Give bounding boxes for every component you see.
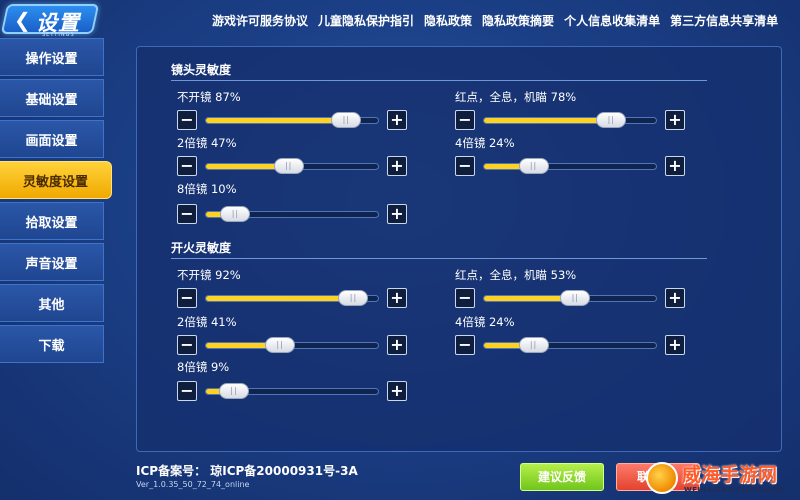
watermark-sub: WEIHAISHOUYOUWANG (684, 486, 785, 494)
minus-button[interactable]: − (455, 335, 475, 355)
slider-label: 4倍镜 24% (455, 136, 515, 150)
link-game-license[interactable]: 游戏许可服务协议 (212, 12, 308, 29)
plus-button[interactable]: + (665, 335, 685, 355)
slider-label: 4倍镜 24% (455, 315, 515, 329)
slider-label: 不开镜 87% (177, 90, 241, 104)
plus-button[interactable]: + (387, 156, 407, 176)
slider-thumb[interactable]: || (560, 290, 591, 306)
section-divider (171, 80, 707, 81)
minus-button[interactable]: − (177, 335, 197, 355)
slider-thumb[interactable]: || (331, 112, 362, 128)
slider-fill (484, 118, 612, 123)
sidebar-item-controls[interactable]: 操作设置 (0, 38, 104, 76)
slider-track[interactable]: || (205, 158, 379, 174)
slider-camera-red-dot[interactable]: − || + (455, 110, 685, 130)
link-third-party-list[interactable]: 第三方信息共享清单 (670, 12, 778, 29)
slider-track[interactable]: || (483, 290, 657, 306)
slider-label: 2倍镜 47% (177, 136, 237, 150)
top-links: 游戏许可服务协议 儿童隐私保护指引 隐私政策 隐私政策摘要 个人信息收集清单 第… (212, 12, 788, 29)
plus-button[interactable]: + (665, 110, 685, 130)
slider-thumb[interactable]: || (596, 112, 627, 128)
sidebar-item-sensitivity[interactable]: 灵敏度设置 (0, 161, 112, 199)
slider-track[interactable]: || (483, 112, 657, 128)
plus-button[interactable]: + (387, 335, 407, 355)
slider-fire-no-scope[interactable]: − || + (177, 288, 407, 308)
icp-record: ICP备案号： 琼ICP备20000931号-3A (136, 464, 358, 478)
slider-fill (206, 118, 347, 123)
slider-camera-8x[interactable]: − || + (177, 204, 407, 224)
settings-back-button[interactable]: ❮ 设置 SETTINGS (0, 4, 100, 38)
watermark: 威海手游网 WEIHAISHOUYOUWANG (640, 458, 800, 500)
slider-camera-2x[interactable]: − || + (177, 156, 407, 176)
slider-label: 不开镜 92% (177, 268, 241, 282)
plus-button[interactable]: + (387, 288, 407, 308)
link-privacy-summary[interactable]: 隐私政策摘要 (482, 12, 554, 29)
link-privacy-policy[interactable]: 隐私政策 (424, 12, 472, 29)
link-personal-info-list[interactable]: 个人信息收集清单 (564, 12, 660, 29)
slider-label: 红点，全息，机瞄 78% (455, 90, 577, 104)
slider-label: 8倍镜 9% (177, 360, 230, 374)
plus-button[interactable]: + (665, 156, 685, 176)
slider-fire-2x[interactable]: − || + (177, 335, 407, 355)
slider-track[interactable]: || (205, 337, 379, 353)
sensitivity-panel: 镜头灵敏度 不开镜 87% 红点，全息，机瞄 78% − || + − || + 2倍镜… (136, 46, 782, 452)
back-arrow-icon: ❮ (14, 8, 31, 32)
slider-label: 红点，全息，机瞄 53% (455, 268, 577, 282)
slider-camera-no-scope[interactable]: − || + (177, 110, 407, 130)
minus-button[interactable]: − (455, 110, 475, 130)
minus-button[interactable]: − (455, 288, 475, 308)
slider-thumb[interactable]: || (338, 290, 369, 306)
sidebar-item-download[interactable]: 下载 (0, 325, 104, 363)
minus-button[interactable]: − (177, 156, 197, 176)
slider-fire-4x[interactable]: − || + (455, 335, 685, 355)
slider-track[interactable]: || (205, 383, 379, 399)
slider-track[interactable]: || (205, 112, 379, 128)
slider-thumb[interactable]: || (273, 158, 304, 174)
plus-button[interactable]: + (387, 110, 407, 130)
watermark-name: 威海手游网 (682, 464, 778, 486)
minus-button[interactable]: − (177, 381, 197, 401)
plus-button[interactable]: + (665, 288, 685, 308)
slider-label: 8倍镜 10% (177, 182, 237, 196)
slider-track[interactable]: || (483, 158, 657, 174)
version-text: Ver_1.0.35_50_72_74_online (136, 480, 250, 489)
slider-track[interactable]: || (205, 206, 379, 222)
slider-thumb[interactable]: || (518, 158, 549, 174)
top-bar: ❮ 设置 SETTINGS 游戏许可服务协议 儿童隐私保护指引 隐私政策 隐私政… (0, 0, 800, 42)
slider-track[interactable]: || (205, 290, 379, 306)
slider-fire-8x[interactable]: − || + (177, 381, 407, 401)
slider-thumb[interactable]: || (265, 337, 296, 353)
sidebar-item-sound[interactable]: 声音设置 (0, 243, 104, 281)
section-title-fire: 开火灵敏度 (171, 241, 232, 255)
minus-button[interactable]: − (177, 288, 197, 308)
slider-thumb[interactable]: || (218, 383, 249, 399)
watermark-logo-icon (646, 462, 678, 494)
sidebar-item-graphics[interactable]: 画面设置 (0, 120, 104, 158)
slider-label: 2倍镜 41% (177, 315, 237, 329)
section-title-camera: 镜头灵敏度 (171, 63, 232, 77)
slider-thumb[interactable]: || (518, 337, 549, 353)
slider-fire-red-dot[interactable]: − || + (455, 288, 685, 308)
plus-button[interactable]: + (387, 204, 407, 224)
slider-fill (206, 296, 354, 301)
slider-track[interactable]: || (483, 337, 657, 353)
minus-button[interactable]: − (177, 204, 197, 224)
plus-button[interactable]: + (387, 381, 407, 401)
slider-camera-4x[interactable]: − || + (455, 156, 685, 176)
sidebar: 操作设置 基础设置 画面设置 灵敏度设置 拾取设置 声音设置 其他 下载 (0, 38, 112, 366)
link-child-privacy[interactable]: 儿童隐私保护指引 (318, 12, 414, 29)
minus-button[interactable]: − (455, 156, 475, 176)
minus-button[interactable]: − (177, 110, 197, 130)
sidebar-item-pickup[interactable]: 拾取设置 (0, 202, 104, 240)
feedback-button[interactable]: 建议反馈 (520, 463, 604, 491)
sidebar-item-other[interactable]: 其他 (0, 284, 104, 322)
slider-thumb[interactable]: || (220, 206, 251, 222)
sidebar-item-basic[interactable]: 基础设置 (0, 79, 104, 117)
section-divider (171, 258, 707, 259)
